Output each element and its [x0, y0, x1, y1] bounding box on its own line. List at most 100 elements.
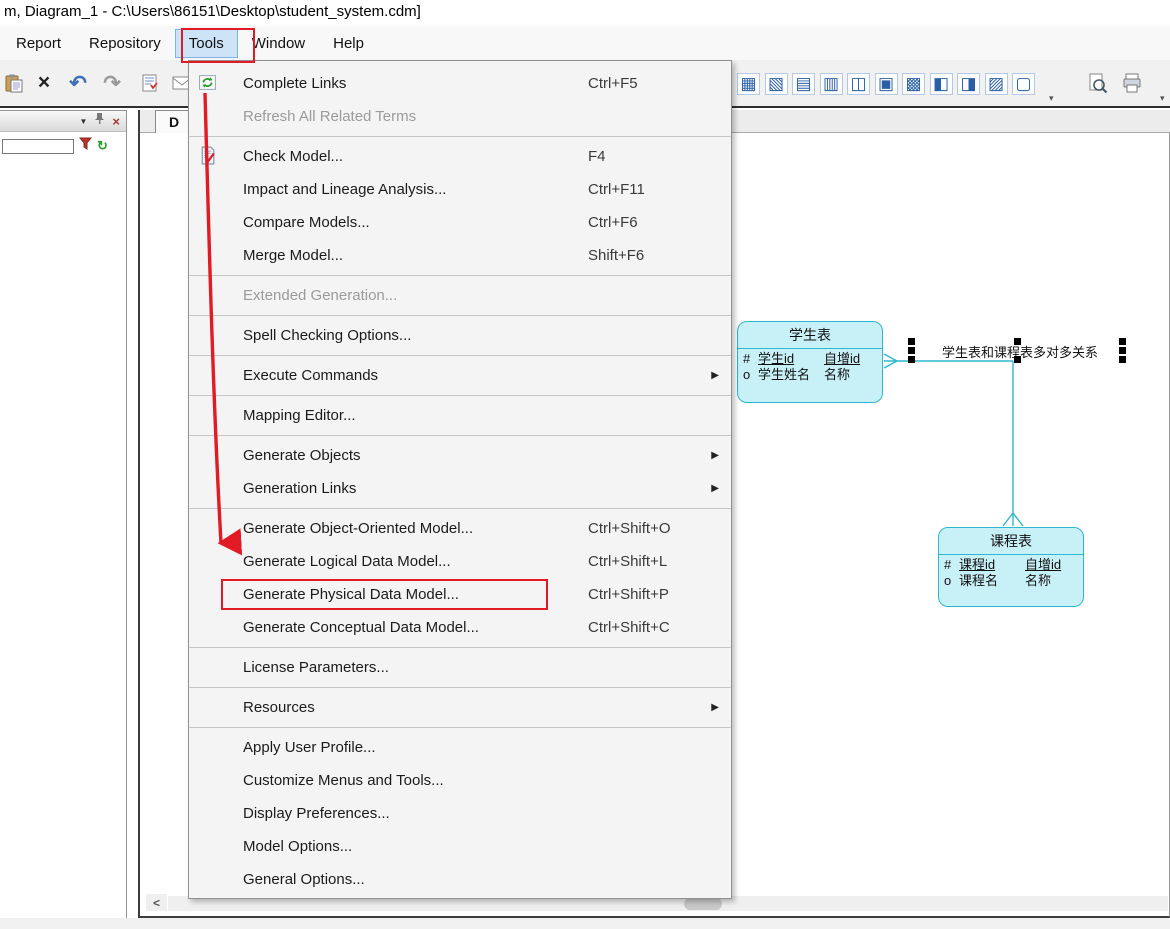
- scroll-left-button[interactable]: <: [146, 894, 167, 911]
- window-title: m, Diagram_1 - C:\Users\86151\Desktop\st…: [4, 3, 421, 20]
- menu-separator: [189, 355, 731, 356]
- selection-handle[interactable]: [908, 347, 915, 354]
- selection-handle[interactable]: [908, 356, 915, 363]
- attribute-row: # 学生id 自增id: [743, 351, 882, 367]
- diagram-tool-icon-4[interactable]: ▥: [819, 73, 843, 95]
- diagram-tool-icon-2[interactable]: ▧: [764, 73, 788, 95]
- selection-handle[interactable]: [1119, 356, 1126, 363]
- entity-attributes: # 课程id 自增id o 课程名 名称: [939, 555, 1083, 589]
- menu-item-display-preferences[interactable]: Display Preferences...: [189, 797, 731, 830]
- menu-item-label: Spell Checking Options...: [243, 327, 412, 344]
- menu-item-generate-conceptual-data-model[interactable]: Generate Conceptual Data Model... Ctrl+Sh…: [189, 611, 731, 644]
- print-overflow-icon[interactable]: ▾: [1160, 93, 1165, 104]
- entity-title: 课程表: [939, 528, 1083, 555]
- delete-icon[interactable]: ×: [32, 71, 56, 95]
- entity-title: 学生表: [738, 322, 882, 349]
- menu-item-shortcut: Ctrl+Shift+P: [588, 586, 669, 603]
- panel-search-row: ↻: [0, 132, 126, 160]
- menu-item-general-options[interactable]: General Options...: [189, 863, 731, 896]
- menu-item-impact-and-lineage-analysis[interactable]: Impact and Lineage Analysis... Ctrl+F11: [189, 173, 731, 206]
- menu-item-generate-objects[interactable]: Generate Objects ▶: [189, 439, 731, 472]
- menu-report[interactable]: Report: [2, 29, 75, 58]
- panel-dropdown-icon[interactable]: ▼: [79, 117, 87, 126]
- menu-item-shortcut: Shift+F6: [588, 247, 645, 264]
- diagram-tool-icon-3[interactable]: ▤: [792, 73, 815, 95]
- paste-icon[interactable]: [2, 71, 26, 95]
- menu-item-generate-object-oriented-model[interactable]: Generate Object-Oriented Model... Ctrl+Sh…: [189, 512, 731, 545]
- menu-item-check-model[interactable]: Check Model... F4: [189, 140, 731, 173]
- search-input[interactable]: [2, 138, 74, 154]
- undo-icon[interactable]: ↶: [66, 71, 90, 95]
- menu-item-model-options[interactable]: Model Options...: [189, 830, 731, 863]
- horizontal-scrollbar-thumb[interactable]: [684, 898, 722, 910]
- complete-links-icon: [198, 73, 218, 93]
- menu-item-apply-user-profile[interactable]: Apply User Profile...: [189, 731, 731, 764]
- diagram-tool-icon-7[interactable]: ▩: [902, 73, 925, 95]
- menu-repository[interactable]: Repository: [75, 29, 175, 58]
- menu-item-generate-physical-data-model[interactable]: Generate Physical Data Model... Ctrl+Shif…: [189, 578, 731, 611]
- selection-handle[interactable]: [1014, 338, 1021, 345]
- diagram-tool-icon-10[interactable]: ▨: [984, 73, 1008, 95]
- tools-menu: Complete Links Ctrl+F5 Refresh All Related…: [188, 60, 732, 899]
- menu-separator: [189, 395, 731, 396]
- selection-handle[interactable]: [908, 338, 915, 345]
- menu-separator: [189, 727, 731, 728]
- menu-item-shortcut: Ctrl+Shift+L: [588, 553, 668, 570]
- browser-panel: ▼ × ↻: [0, 110, 127, 918]
- print-preview-icon[interactable]: [1085, 71, 1109, 95]
- menu-separator: [189, 136, 731, 137]
- attribute-code: 自增id: [1025, 557, 1062, 572]
- diagram-tool-icon-5[interactable]: ◫: [847, 73, 870, 95]
- report-icon[interactable]: [138, 71, 162, 95]
- menu-item-customize-menus-and-tools[interactable]: Customize Menus and Tools...: [189, 764, 731, 797]
- menu-item-mapping-editor[interactable]: Mapping Editor...: [189, 399, 731, 432]
- menu-item-label: Resources: [243, 699, 315, 716]
- attribute-name: 学生姓名: [758, 367, 811, 382]
- menu-item-shortcut: Ctrl+F6: [588, 214, 638, 231]
- menu-help[interactable]: Help: [319, 29, 378, 58]
- diagram-tool-icon-9[interactable]: ◨: [957, 73, 980, 95]
- entity-student-table[interactable]: 学生表 # 学生id 自增id o 学生姓名 名称: [737, 321, 883, 403]
- panel-close-icon[interactable]: ×: [112, 114, 120, 129]
- diagram-tool-icon-1[interactable]: ▦: [737, 73, 760, 95]
- menu-item-label: Customize Menus and Tools...: [243, 772, 444, 789]
- menu-item-label: Generation Links: [243, 480, 357, 497]
- check-model-icon: [198, 146, 218, 166]
- menu-item-generate-logical-data-model[interactable]: Generate Logical Data Model... Ctrl+Shift…: [189, 545, 731, 578]
- menu-item-label: Generate Logical Data Model...: [243, 553, 451, 570]
- toolbar-overflow-icon[interactable]: ▾: [1049, 93, 1054, 104]
- selection-handle[interactable]: [1119, 347, 1126, 354]
- attribute-row: o 课程名 名称: [944, 573, 1083, 589]
- status-strip: [0, 918, 1170, 929]
- menu-item-label: General Options...: [243, 871, 365, 888]
- menu-item-complete-links[interactable]: Complete Links Ctrl+F5: [189, 67, 731, 100]
- attribute-code: 自增id: [824, 351, 861, 366]
- diagram-tool-icon-11[interactable]: ▢: [1012, 73, 1035, 95]
- refresh-icon[interactable]: ↻: [97, 138, 108, 154]
- menu-item-label: Generate Physical Data Model...: [243, 586, 459, 603]
- menu-item-label: Generate Objects: [243, 447, 361, 464]
- menu-item-merge-model[interactable]: Merge Model... Shift+F6: [189, 239, 731, 272]
- selection-handle[interactable]: [1014, 356, 1021, 363]
- menu-item-generation-links[interactable]: Generation Links ▶: [189, 472, 731, 505]
- filter-icon[interactable]: [78, 137, 93, 155]
- entity-course-table[interactable]: 课程表 # 课程id 自增id o 课程名 名称: [938, 527, 1084, 607]
- print-icon[interactable]: [1120, 71, 1144, 95]
- menu-item-label: Apply User Profile...: [243, 739, 376, 756]
- menu-item-execute-commands[interactable]: Execute Commands ▶: [189, 359, 731, 392]
- diagram-tool-icon-6[interactable]: ▣: [874, 73, 898, 95]
- menu-item-resources[interactable]: Resources ▶: [189, 691, 731, 724]
- menu-item-license-parameters[interactable]: License Parameters...: [189, 651, 731, 684]
- menu-bar: Report Repository Tools Window Help: [0, 26, 1170, 60]
- attribute-row: # 课程id 自增id: [944, 557, 1083, 573]
- menu-item-spell-checking-options[interactable]: Spell Checking Options...: [189, 319, 731, 352]
- diagram-tool-icon-8[interactable]: ◧: [929, 73, 953, 95]
- redo-icon[interactable]: ↷: [100, 71, 124, 95]
- menu-tools[interactable]: Tools: [174, 28, 238, 58]
- selection-handle[interactable]: [1119, 338, 1126, 345]
- pin-icon[interactable]: [94, 112, 105, 130]
- attribute-row: o 学生姓名 名称: [743, 367, 882, 383]
- menu-item-compare-models[interactable]: Compare Models... Ctrl+F6: [189, 206, 731, 239]
- menu-window[interactable]: Window: [238, 29, 319, 58]
- menu-item-label: Model Options...: [243, 838, 353, 855]
